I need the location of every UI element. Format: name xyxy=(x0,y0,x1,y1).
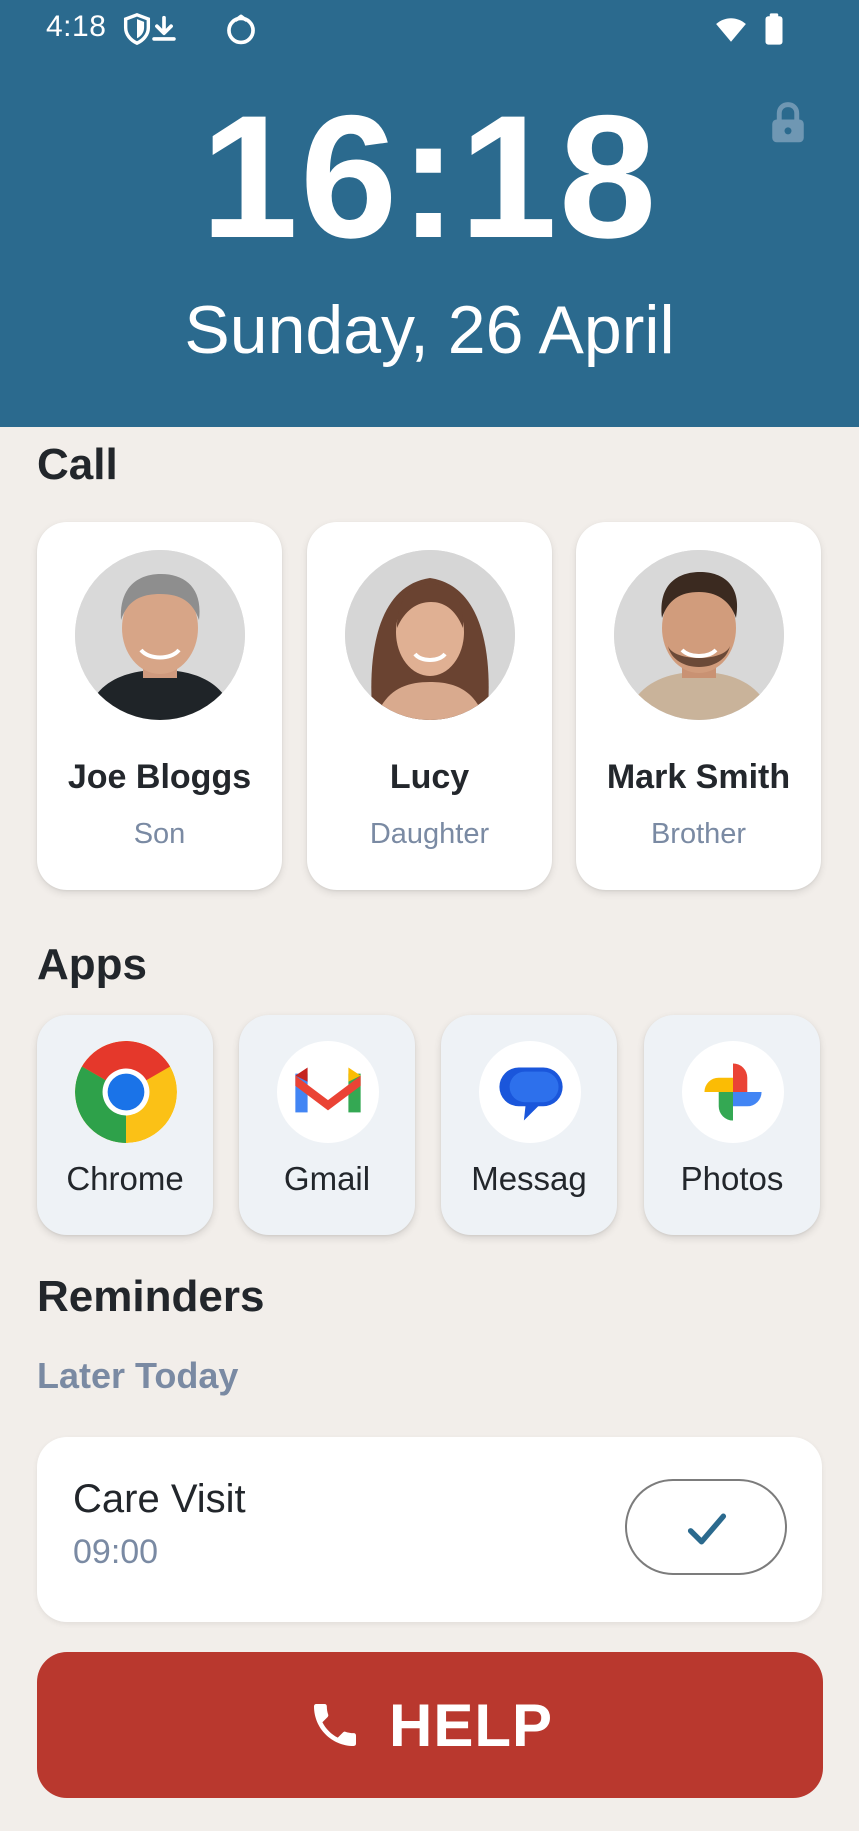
phone-icon xyxy=(313,1704,356,1746)
reminders-section-title: Reminders xyxy=(37,1272,265,1321)
help-label: HELP xyxy=(388,1691,554,1759)
help-button[interactable]: HELP xyxy=(37,1652,823,1798)
app-label: Chrome xyxy=(66,1160,184,1197)
reminder-time: 09:00 xyxy=(73,1533,159,1571)
contact-name: Mark Smith xyxy=(606,758,791,796)
photos-icon xyxy=(682,1041,784,1143)
clock-date: Sunday, 26 April xyxy=(184,292,675,368)
contact-relation: Daughter xyxy=(369,818,490,850)
app-label: Photos xyxy=(680,1160,784,1197)
contact-relation: Brother xyxy=(650,818,747,850)
app-tile-gmail[interactable]: Gmail xyxy=(239,1015,415,1235)
app-label: Messag xyxy=(471,1160,587,1197)
avatar xyxy=(345,550,515,720)
reminder-card[interactable]: Care Visit 09:00 xyxy=(37,1437,822,1622)
wifi-icon xyxy=(716,18,746,42)
status-time: 4:18 xyxy=(46,10,107,43)
avatar xyxy=(75,550,245,720)
contact-card-lucy[interactable]: Lucy Daughter xyxy=(307,522,552,890)
app-tile-photos[interactable]: Photos xyxy=(644,1015,820,1235)
download-icon xyxy=(152,15,176,41)
status-bar: 4:18 xyxy=(0,0,859,60)
avatar xyxy=(614,550,784,720)
clock-time: 16:18 xyxy=(200,80,659,275)
contact-card-joe-bloggs[interactable]: Joe Bloggs Son xyxy=(37,522,282,890)
app-tile-chrome[interactable]: Chrome xyxy=(37,1015,213,1235)
clock-header: 4:18 16:18 Sunday, 26 April xyxy=(0,0,859,427)
contact-card-mark-smith[interactable]: Mark Smith Brother xyxy=(576,522,821,890)
apps-section-title: Apps xyxy=(37,940,147,989)
call-section-title: Call xyxy=(37,440,118,489)
chrome-icon xyxy=(75,1041,177,1143)
reminder-title: Care Visit xyxy=(73,1477,246,1521)
messages-icon xyxy=(479,1041,581,1143)
reminder-done-button[interactable] xyxy=(625,1479,787,1575)
check-icon xyxy=(687,1513,727,1545)
app-tile-messages[interactable]: Messag xyxy=(441,1015,617,1235)
circle-sync-icon xyxy=(227,14,255,45)
contact-name: Joe Bloggs xyxy=(67,758,252,796)
contact-name: Lucy xyxy=(389,758,470,796)
contact-relation: Son xyxy=(133,818,186,850)
app-label: Gmail xyxy=(283,1160,371,1197)
gmail-icon xyxy=(277,1041,379,1143)
battery-icon xyxy=(765,13,783,45)
reminders-subheading: Later Today xyxy=(37,1355,239,1396)
